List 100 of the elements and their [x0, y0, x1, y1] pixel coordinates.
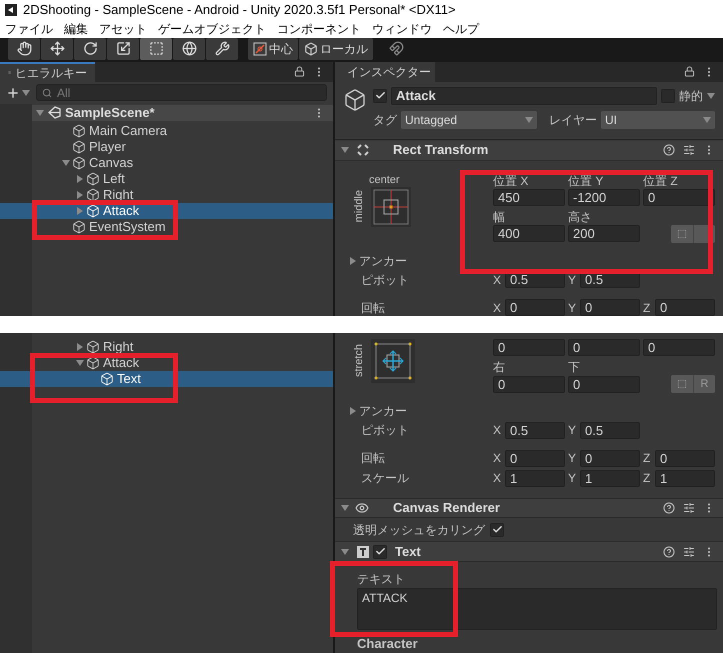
blueprint-mode-button[interactable]	[671, 224, 693, 242]
component-header[interactable]: Rect Transform	[335, 140, 723, 160]
static-label[interactable]: 静的	[679, 86, 703, 104]
number-field[interactable]: 0	[580, 450, 640, 466]
field-label: 右	[493, 359, 506, 375]
scene-row[interactable]: SampleScene*	[32, 104, 333, 120]
menu-item[interactable]: ゲームオブジェクト	[158, 20, 266, 38]
tool-button[interactable]	[107, 38, 139, 60]
number-field[interactable]: 1	[505, 470, 565, 486]
number-field[interactable]: 200	[568, 225, 640, 242]
hierarchy-row[interactable]: Right	[0, 186, 333, 202]
tool-button[interactable]	[206, 38, 238, 60]
help-icon[interactable]	[663, 546, 675, 558]
snap-icon[interactable]	[389, 41, 404, 56]
pivot-mode-button[interactable]: 中心	[248, 38, 298, 60]
anchors-label[interactable]: アンカー	[359, 252, 407, 270]
anchor-preset-icon[interactable]	[371, 186, 411, 226]
number-field[interactable]: 0	[505, 299, 565, 316]
menu-item[interactable]: アセット	[99, 20, 147, 38]
number-field[interactable]: 0	[493, 376, 565, 392]
hierarchy-row[interactable]: Left	[0, 170, 333, 186]
axis-label: Z	[643, 450, 652, 467]
number-field[interactable]: 0	[505, 450, 565, 466]
hierarchy-row[interactable]: Main Camera	[0, 122, 333, 138]
foldout-arrow-icon[interactable]	[349, 256, 357, 264]
number-field[interactable]: 0	[580, 299, 640, 316]
number-field[interactable]: 0.5	[505, 422, 565, 438]
component-header[interactable]: Canvas Renderer	[335, 498, 723, 518]
number-field[interactable]: 0	[655, 299, 715, 316]
caret-icon[interactable]	[707, 92, 715, 100]
hierarchy-row[interactable]: Player	[0, 138, 333, 154]
tool-button[interactable]	[41, 38, 73, 60]
active-checkbox[interactable]	[373, 88, 387, 102]
menu-item[interactable]: コンポーネント	[277, 20, 361, 38]
presets-icon[interactable]	[683, 144, 695, 156]
tool-button[interactable]	[140, 38, 172, 60]
menu-item[interactable]: 編集	[64, 20, 88, 38]
hierarchy-tab[interactable]: ヒエラルキー	[0, 62, 95, 82]
tool-button[interactable]	[74, 38, 106, 60]
foldout-arrow-icon[interactable]	[349, 407, 357, 415]
help-icon[interactable]	[663, 144, 675, 156]
number-field[interactable]: 0	[655, 450, 715, 466]
foldout-arrow-icon[interactable]	[341, 504, 349, 512]
lock-icon[interactable]	[684, 66, 695, 77]
field-label: 下	[568, 359, 581, 375]
search-field[interactable]: All	[36, 84, 327, 101]
menu-item[interactable]: ヘルプ	[443, 20, 479, 38]
object-name-field[interactable]: Attack	[391, 86, 657, 104]
inspector-tab[interactable]: インスペクター	[335, 62, 435, 82]
menu-item[interactable]: ファイル	[5, 20, 53, 38]
create-button[interactable]	[6, 86, 30, 100]
presets-icon[interactable]	[683, 502, 695, 514]
menu-item[interactable]: ウィンドウ	[372, 20, 432, 38]
property-label: ピボット	[360, 272, 410, 288]
number-field[interactable]: 0	[643, 339, 715, 356]
transform-tool-icon	[182, 41, 196, 56]
number-field[interactable]: 0	[493, 339, 565, 356]
number-field[interactable]: -1200	[568, 188, 640, 206]
number-field[interactable]: 450	[493, 188, 565, 206]
space-mode-button[interactable]: ローカル	[299, 38, 373, 60]
component-header[interactable]: Text	[335, 542, 723, 562]
caret-icon[interactable]	[22, 88, 30, 96]
foldout-arrow-icon[interactable]	[341, 548, 349, 556]
component-title: Canvas Renderer	[393, 499, 500, 518]
presets-icon[interactable]	[683, 546, 695, 558]
tool-button[interactable]	[8, 38, 40, 60]
number-field[interactable]: 0	[643, 188, 715, 206]
help-icon[interactable]	[663, 502, 675, 514]
axis-label: X	[493, 450, 502, 467]
axis-label: X	[493, 470, 502, 487]
enabled-checkbox[interactable]	[373, 544, 387, 559]
anchors-label[interactable]: アンカー	[359, 402, 407, 420]
hierarchy-row[interactable]: Attack	[0, 355, 333, 371]
hierarchy-row[interactable]: Text	[0, 371, 333, 387]
cull-checkbox[interactable]	[490, 522, 504, 537]
number-field[interactable]: 0	[568, 339, 640, 356]
tool-button[interactable]	[173, 38, 205, 60]
cube-icon	[86, 340, 100, 354]
cube-icon	[72, 140, 86, 154]
lock-icon[interactable]	[294, 66, 305, 77]
number-field[interactable]: 400	[493, 225, 565, 242]
cube-icon	[86, 188, 100, 202]
axis-label: Y	[568, 300, 578, 316]
expand-arrow-icon[interactable]	[36, 108, 44, 116]
hierarchy-row[interactable]: Canvas	[0, 154, 333, 170]
number-field[interactable]: 0	[568, 376, 640, 392]
number-field[interactable]: 1	[655, 470, 715, 486]
number-field[interactable]: 0.5	[580, 422, 640, 438]
text-area[interactable]: ATTACK	[357, 588, 717, 630]
layer-dropdown[interactable]: UI	[601, 110, 715, 128]
layer-label: レイヤー	[549, 112, 597, 128]
property-label: 透明メッシュをカリング	[352, 522, 486, 539]
tag-dropdown[interactable]: Untagged	[401, 110, 537, 128]
hierarchy-row[interactable]: EventSystem	[0, 218, 333, 234]
hierarchy-row[interactable]: Right	[0, 339, 333, 355]
anchor-horizontal-label: center	[368, 172, 401, 186]
anchor-vertical-label: stretch	[352, 344, 365, 378]
foldout-arrow-icon[interactable]	[341, 146, 349, 154]
number-field[interactable]: 1	[580, 470, 640, 486]
anchor-preset-icon[interactable]	[371, 339, 415, 383]
